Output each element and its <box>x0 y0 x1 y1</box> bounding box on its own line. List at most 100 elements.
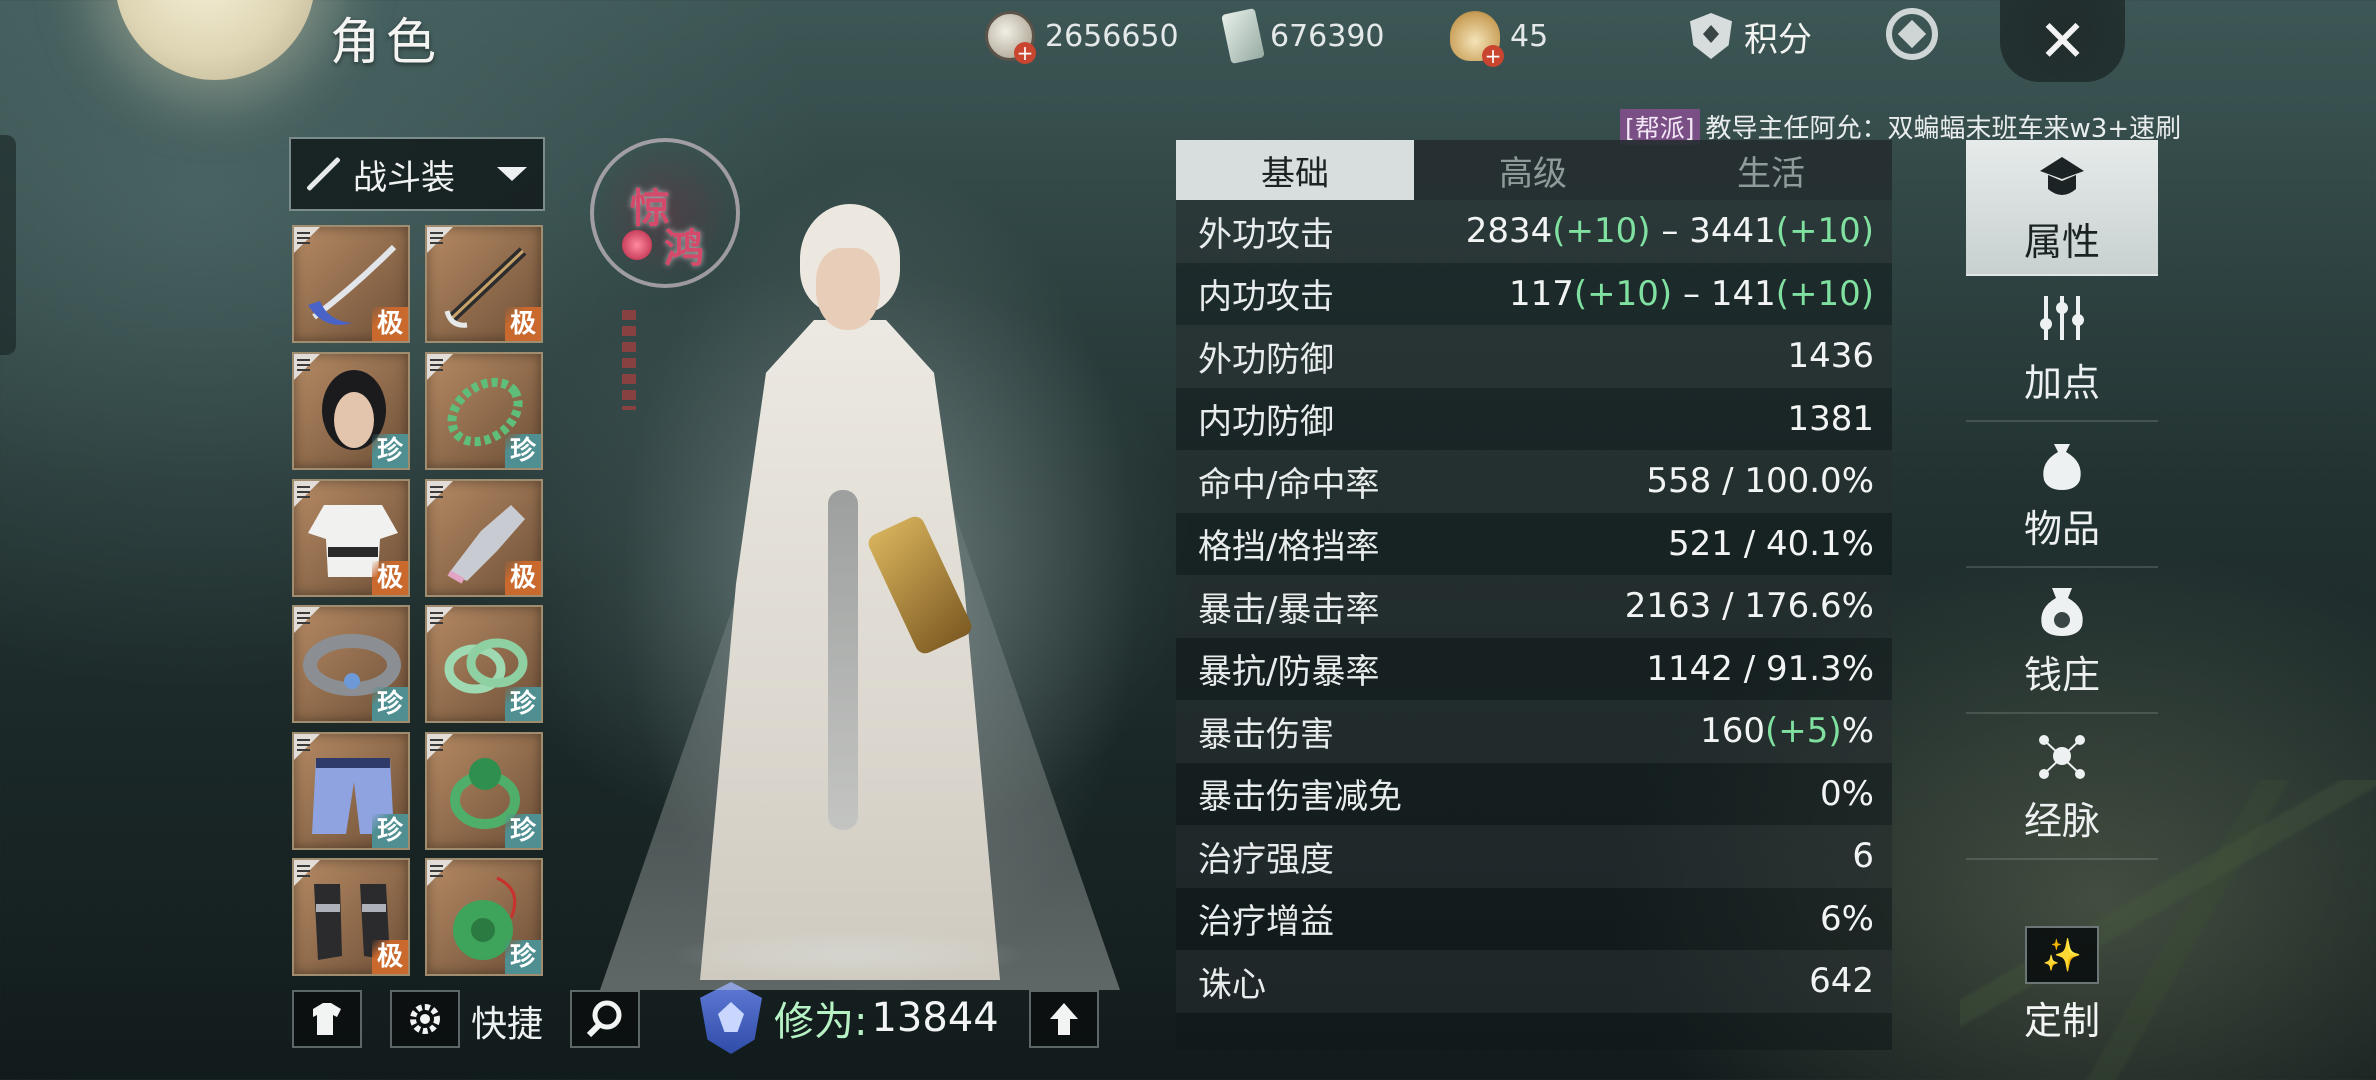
stat-value: 1381 <box>1787 399 1874 439</box>
stat-name: 内功攻击 <box>1198 277 1334 318</box>
stat-name: 内功防御 <box>1198 402 1334 443</box>
seal-stamp <box>622 310 636 410</box>
stat-row[interactable]: 外功攻击 2834(+10) – 3441(+10) <box>1176 200 1892 263</box>
stat-name: 诛心 <box>1198 964 1266 1005</box>
equip-slot-boots[interactable]: 极 <box>292 858 410 976</box>
stat-row[interactable]: 治疗强度 6 <box>1176 825 1892 888</box>
sliders-icon <box>2040 295 2084 340</box>
cultivation-emblem-icon <box>700 982 762 1054</box>
title-badge[interactable]: 惊 鸿 <box>590 138 740 410</box>
equip-slot-head[interactable]: 珍 <box>292 352 410 470</box>
stat-bonus: (+10) <box>1775 273 1874 314</box>
stat-row[interactable]: 暴击/暴击率 2163 / 176.6% <box>1176 575 1892 638</box>
currency-ticket[interactable]: 676390 <box>1218 8 1385 64</box>
character-model[interactable] <box>560 190 1140 990</box>
equip-slot-necklace[interactable]: 珍 <box>425 352 543 470</box>
stat-row[interactable]: 格挡/格挡率 521 / 40.1% <box>1176 513 1892 576</box>
stat-value-part: 141 <box>1710 273 1776 314</box>
currency-silver[interactable]: 2656650 <box>985 8 1179 64</box>
bag-icon <box>2043 443 2081 490</box>
equip-slot-fan[interactable]: 极 <box>425 225 543 343</box>
money-bag-icon <box>2041 587 2083 636</box>
stat-name: 命中/命中率 <box>1198 464 1380 505</box>
stat-row[interactable]: 外功防御 1436 <box>1176 325 1892 388</box>
nav-items[interactable]: 物品 <box>1966 422 2158 568</box>
quick-label[interactable]: 快捷 <box>471 995 543 1047</box>
stats-list[interactable]: 外功攻击 2834(+10) – 3441(+10) 内功攻击 117(+10) – … <box>1176 200 1892 1050</box>
stat-row[interactable]: 治疗增益 6% <box>1176 888 1892 951</box>
inspect-button[interactable] <box>570 990 640 1048</box>
cultivation-up-button[interactable] <box>1029 990 1099 1048</box>
currency-pouch-value: 45 <box>1510 18 1549 54</box>
tab-advanced[interactable]: 高级 <box>1414 140 1652 200</box>
tab-basic[interactable]: 基础 <box>1176 140 1414 200</box>
score-label: 积分 <box>1744 19 1812 60</box>
stat-row[interactable]: 暴击伤害减免 0% <box>1176 763 1892 826</box>
equip-slot-scythe[interactable]: 极 <box>292 225 410 343</box>
stat-row[interactable]: 暴抗/防暴率 1142 / 91.3% <box>1176 638 1892 701</box>
nav-bank[interactable]: 钱庄 <box>1966 568 2158 714</box>
shirt-icon <box>313 1003 341 1035</box>
grade-badge: 极 <box>372 561 408 595</box>
nav-label: 加点 <box>2023 360 2100 405</box>
stat-name: 暴击伤害 <box>1198 714 1334 755</box>
left-edge-handle[interactable] <box>0 135 16 355</box>
currency-silver-value: 2656650 <box>1045 18 1179 54</box>
stats-panel[interactable]: 基础 高级 生活 外功攻击 2834(+10) – 3441(+10) 内功攻击 11… <box>1176 140 1892 1050</box>
wardrobe-button[interactable] <box>292 990 362 1048</box>
stat-value: 6 <box>1852 836 1874 876</box>
pouch-icon <box>1450 11 1504 67</box>
stat-bonus: (+5) <box>1765 711 1842 752</box>
attribute-hat-icon <box>2040 156 2084 195</box>
stat-value-part: 3441 <box>1689 211 1776 252</box>
nav-custom-label: 定制 <box>2023 998 2100 1043</box>
stat-value: 2834(+10) – 3441(+10) <box>1466 211 1874 251</box>
tab-life[interactable]: 生活 <box>1652 140 1890 200</box>
stat-name: 治疗强度 <box>1198 839 1334 880</box>
grade-badge: 极 <box>372 940 408 974</box>
stat-value-part: 160 <box>1700 711 1766 752</box>
equip-slot-ring[interactable]: 珍 <box>425 732 543 850</box>
stat-value-part: 642 <box>1809 961 1874 1002</box>
grade-badge: 极 <box>372 307 408 341</box>
stat-row[interactable]: 诛心 642 <box>1176 950 1892 1013</box>
equip-slot-belt[interactable]: 珍 <box>292 605 410 723</box>
score-button[interactable]: 积分 <box>1690 8 1812 64</box>
nav-attributes[interactable]: 属性 <box>1966 140 2158 276</box>
stat-value-part: 521 / 40.1% <box>1668 523 1874 564</box>
stat-value-part: 1142 / 91.3% <box>1646 648 1874 689</box>
quick-settings-button[interactable] <box>390 990 460 1048</box>
stat-value: 521 / 40.1% <box>1668 524 1874 564</box>
stat-value-part: – <box>1672 273 1711 314</box>
stat-row[interactable]: 命中/命中率 558 / 100.0% <box>1176 450 1892 513</box>
chevron-down-icon <box>497 167 527 181</box>
stat-name: 暴抗/防暴率 <box>1198 652 1380 693</box>
equip-slot-legs[interactable]: 珍 <box>292 732 410 850</box>
currency-pouch[interactable]: 45 <box>1450 8 1549 67</box>
outfit-selector[interactable]: 战斗装 <box>289 137 545 211</box>
stat-value-part: 1381 <box>1787 398 1874 439</box>
rank-emblem-icon[interactable] <box>1882 4 1942 64</box>
equip-slot-pendant[interactable]: 珍 <box>425 858 543 976</box>
stat-value-part: 6 <box>1852 836 1874 877</box>
title-char-2: 鸿 <box>664 225 704 272</box>
equip-slot-robe[interactable]: 极 <box>292 479 410 597</box>
stat-value: 160(+5)% <box>1700 711 1874 751</box>
equip-slot-bracelet[interactable]: 珍 <box>425 605 543 723</box>
stat-name: 格挡/格挡率 <box>1198 527 1380 568</box>
stat-row[interactable]: 内功防御 1381 <box>1176 388 1892 451</box>
stat-row[interactable]: 内功攻击 117(+10) – 141(+10) <box>1176 263 1892 326</box>
stat-row[interactable]: 暴击伤害 160(+5)% <box>1176 700 1892 763</box>
flower-icon <box>622 230 652 260</box>
close-button[interactable]: ✕ <box>2000 0 2125 82</box>
arrow-up-icon <box>1050 1003 1078 1035</box>
nav-label: 钱庄 <box>2023 652 2100 697</box>
grade-badge: 珍 <box>372 814 408 848</box>
grade-badge: 珍 <box>505 814 541 848</box>
stat-value-part: 0% <box>1820 773 1874 814</box>
nav-allocate-points[interactable]: 加点 <box>1966 276 2158 422</box>
stats-tabs: 基础 高级 生活 <box>1176 140 1892 200</box>
equip-slot-gauntlet[interactable]: 极 <box>425 479 543 597</box>
nav-customize[interactable]: ✨ 定制 <box>1966 920 2158 1050</box>
stat-value-part: % <box>1841 711 1874 752</box>
